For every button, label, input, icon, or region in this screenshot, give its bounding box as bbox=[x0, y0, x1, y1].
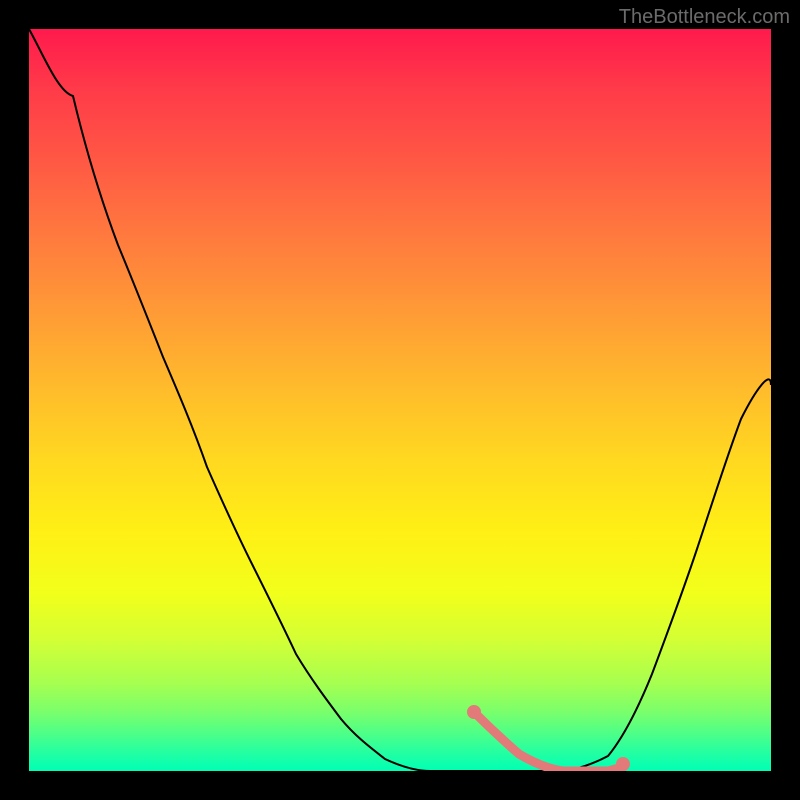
curve-line bbox=[29, 29, 771, 771]
chart-plot-area bbox=[29, 29, 771, 771]
highlight-segment bbox=[467, 705, 630, 771]
chart-svg bbox=[29, 29, 771, 771]
watermark: TheBottleneck.com bbox=[619, 6, 790, 29]
